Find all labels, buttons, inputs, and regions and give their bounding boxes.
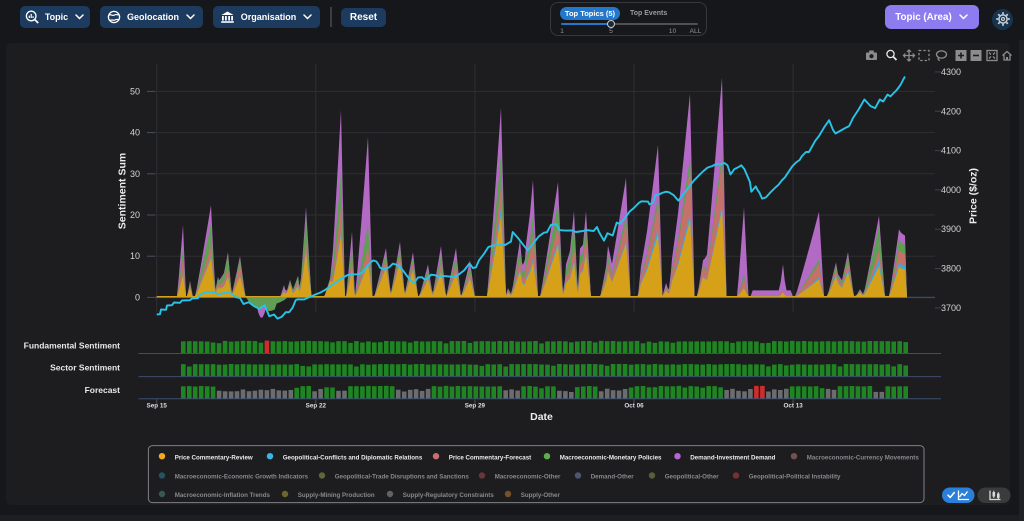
- svg-text:Forecast: Forecast: [85, 385, 121, 395]
- svg-text:Macroeconomic-Other: Macroeconomic-Other: [495, 474, 561, 481]
- svg-text:Geopolitical-Other: Geopolitical-Other: [665, 474, 720, 481]
- svg-text:Price ($/oz): Price ($/oz): [968, 168, 980, 224]
- svg-text:30: 30: [130, 169, 140, 179]
- svg-text:Geopolitical-Trade Disruptions: Geopolitical-Trade Disruptions and Sanct…: [335, 474, 470, 481]
- svg-text:4000: 4000: [941, 185, 961, 195]
- svg-text:Price Commentary-Forecast: Price Commentary-Forecast: [449, 454, 532, 461]
- svg-text:Macroeconomic-Currency Movemen: Macroeconomic-Currency Movements: [807, 454, 920, 461]
- svg-text:3700: 3700: [941, 303, 961, 313]
- svg-text:20: 20: [130, 210, 140, 220]
- svg-text:4100: 4100: [941, 146, 961, 156]
- svg-text:Macroeconomic-Economic Growth: Macroeconomic-Economic Growth Indicators: [175, 474, 309, 481]
- svg-text:Geopolitical-Political Instabi: Geopolitical-Political Instability: [749, 474, 841, 481]
- svg-text:Macroeconomic-Inflation Trends: Macroeconomic-Inflation Trends: [175, 492, 271, 499]
- svg-text:Oct 13: Oct 13: [783, 403, 803, 410]
- svg-text:Sep 29: Sep 29: [465, 403, 486, 410]
- svg-text:4200: 4200: [941, 106, 961, 116]
- svg-text:Sep 22: Sep 22: [306, 403, 327, 410]
- svg-text:40: 40: [130, 128, 140, 138]
- svg-text:Date: Date: [530, 411, 553, 423]
- svg-text:Supply-Other: Supply-Other: [521, 492, 561, 499]
- svg-text:3800: 3800: [941, 264, 961, 274]
- svg-text:Sector Sentiment: Sector Sentiment: [50, 363, 120, 373]
- svg-text:4300: 4300: [941, 67, 961, 77]
- svg-text:Demand-Other: Demand-Other: [591, 474, 635, 481]
- svg-text:Supply-Regulatory Constraints: Supply-Regulatory Constraints: [403, 492, 495, 499]
- svg-text:Oct 06: Oct 06: [624, 403, 644, 410]
- svg-text:Price Commentary-Review: Price Commentary-Review: [175, 454, 253, 461]
- svg-text:Supply-Mining Production: Supply-Mining Production: [298, 492, 375, 499]
- svg-text:Geopolitical-Conflicts and Dip: Geopolitical-Conflicts and Diplomatic Re…: [283, 454, 423, 461]
- svg-text:0: 0: [135, 292, 140, 302]
- svg-text:10: 10: [130, 251, 140, 261]
- svg-text:Sep 15: Sep 15: [147, 403, 168, 410]
- svg-text:Macroeconomic-Monetary Policie: Macroeconomic-Monetary Policies: [560, 454, 662, 461]
- svg-text:50: 50: [130, 86, 140, 96]
- svg-text:3900: 3900: [941, 224, 961, 234]
- svg-text:Sentiment Sum: Sentiment Sum: [117, 153, 129, 229]
- svg-text:Demand-Investment Demand: Demand-Investment Demand: [690, 454, 775, 461]
- svg-text:Fundamental Sentiment: Fundamental Sentiment: [24, 341, 121, 351]
